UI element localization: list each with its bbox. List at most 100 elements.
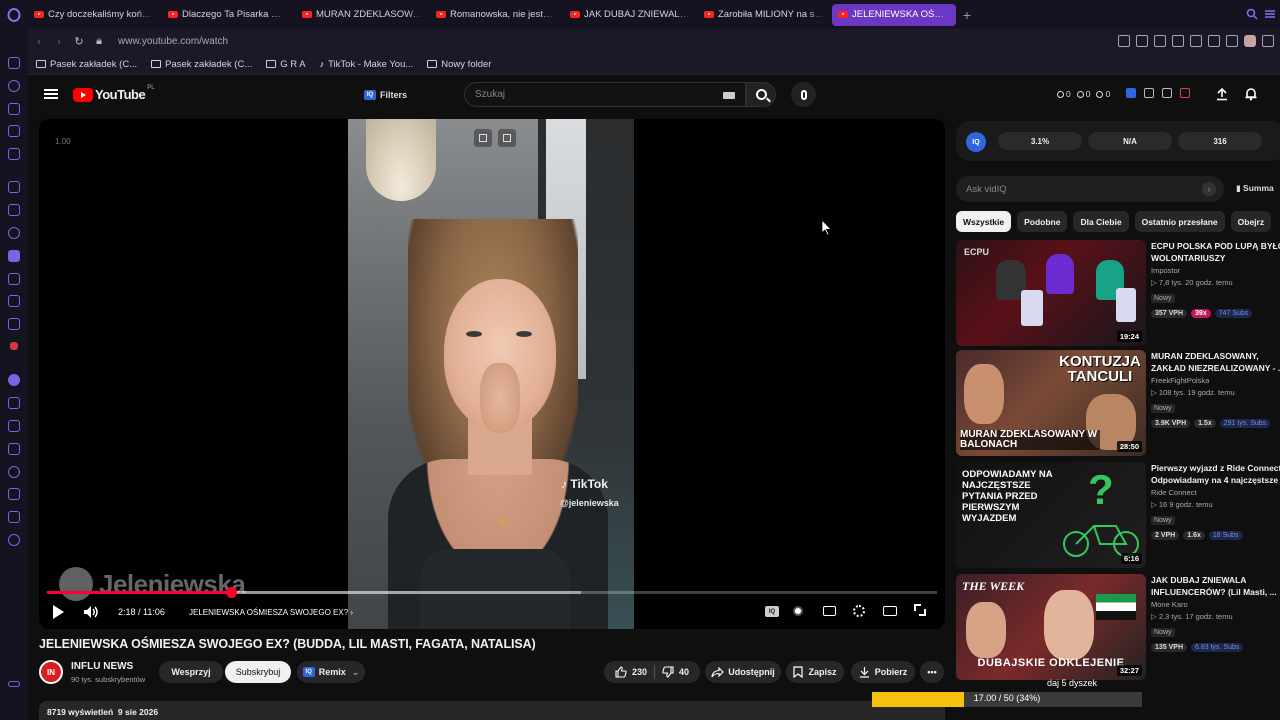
browser-tab[interactable]: Dlaczego Ta Pisarka WKUR <box>162 4 295 26</box>
share-button[interactable]: Udostępnij <box>705 661 781 683</box>
video-player[interactable]: 1.00 ♪ TikTok @jeleniewska Jeleniewska 2… <box>39 119 945 629</box>
history-icon[interactable] <box>8 80 20 92</box>
x-twitter-icon[interactable] <box>8 295 20 307</box>
filter-chip[interactable]: Ostatnio przesłane <box>1134 211 1225 232</box>
telegram-icon[interactable] <box>8 318 20 330</box>
keyboard-icon[interactable] <box>723 92 735 99</box>
notification-ext-icon[interactable] <box>1180 88 1190 98</box>
back-icon[interactable]: ‹ <box>30 33 48 51</box>
send-icon[interactable] <box>8 397 20 409</box>
play-extension-icon[interactable] <box>1190 35 1202 47</box>
settings-icon[interactable] <box>8 534 20 546</box>
browser-tab[interactable]: Zarobiła MILIONY na skand <box>698 4 831 26</box>
zoom-icon[interactable] <box>1118 35 1130 47</box>
miniplayer-icon[interactable] <box>474 129 492 147</box>
browser-tab[interactable]: MURAN ZDEKLASOWANY, <box>296 4 429 26</box>
skip-icon[interactable] <box>498 129 516 147</box>
wallet-icon[interactable] <box>8 125 20 137</box>
video-title[interactable]: MURAN ZDEKLASOWANY, ZAKŁAD NIEZREALIZOWA… <box>1151 350 1280 374</box>
sidebar-collapse-icon[interactable] <box>8 681 20 687</box>
bookmark-item[interactable]: G R A <box>266 59 306 70</box>
search-input[interactable] <box>465 83 705 106</box>
ask-vidiq-input[interactable] <box>956 176 1176 202</box>
player-icon[interactable] <box>8 148 20 160</box>
downloads-icon[interactable] <box>8 488 20 500</box>
theater-button[interactable] <box>883 604 897 618</box>
vidiq-player-button[interactable]: IQ <box>765 604 779 618</box>
extension-badge-icon[interactable] <box>10 342 18 350</box>
heart-icon[interactable] <box>1208 35 1220 47</box>
summary-button[interactable]: ▮ Summa <box>1236 183 1274 194</box>
bookmark-item[interactable]: Nowy folder <box>427 59 491 70</box>
video-title[interactable]: ECPU POLSKA POD LUPĄ BYŁCH WOLONTARIUSZY <box>1151 240 1280 264</box>
video-channel[interactable]: Impostor <box>1151 266 1280 275</box>
video-channel[interactable]: FreekFightPolska <box>1151 376 1280 385</box>
more-actions-button[interactable]: ••• <box>920 661 944 683</box>
music-icon[interactable] <box>8 374 20 386</box>
dislike-button[interactable]: 40 <box>662 666 689 678</box>
bookmark-item[interactable]: ♪ TikTok - Make You... <box>320 59 414 70</box>
clock-icon[interactable] <box>8 466 20 478</box>
url-field[interactable]: www.youtube.com/watch <box>118 36 228 47</box>
video-thumbnail[interactable]: THE WEEK DUBAJSKIE ODKLEJENIE 32:27 <box>956 574 1146 680</box>
messenger-icon[interactable] <box>8 227 20 239</box>
chat-icon[interactable] <box>8 181 20 193</box>
video-thumbnail[interactable]: ODPOWIADAMY NA NAJCZĘSTSZE PYTANIA PRZED… <box>956 462 1146 568</box>
settings-button[interactable] <box>853 604 867 618</box>
download-icon[interactable] <box>1262 35 1274 47</box>
subtitles-button[interactable] <box>823 604 837 618</box>
filter-chip[interactable]: Dla Ciebie <box>1073 211 1129 232</box>
bag-icon[interactable] <box>8 103 20 115</box>
ask-send-icon[interactable]: › <box>1202 182 1216 196</box>
extensions-icon[interactable] <box>8 511 20 523</box>
recommended-video[interactable]: THE WEEK DUBAJSKIE ODKLEJENIE 32:27 JAK DUB… <box>956 574 1280 680</box>
video-channel[interactable]: Mone Karo <box>1151 600 1280 609</box>
autoplay-toggle[interactable] <box>791 604 805 618</box>
filter-chip[interactable]: Obejrz <box>1230 211 1272 232</box>
video-title[interactable]: JAK DUBAJ ZNIEWALA INFLUENCERÓW? (Lil Ma… <box>1151 574 1280 598</box>
bookmark-item[interactable]: Pasek zakładek (C... <box>151 59 252 70</box>
download-button[interactable]: Pobierz <box>851 661 915 683</box>
filter-chip[interactable]: Podobne <box>1017 211 1068 232</box>
vidiq-header-icon[interactable] <box>1126 88 1136 98</box>
new-tab-button[interactable]: + <box>957 5 977 25</box>
recommended-video[interactable]: KONTUZJA TANCULI MURAN ZDEKLASOWANY W BAL… <box>956 350 1280 456</box>
flow-icon[interactable] <box>8 420 20 432</box>
reload-icon[interactable]: ↻ <box>70 33 88 51</box>
play-button[interactable] <box>53 603 64 621</box>
search-button[interactable] <box>746 82 776 107</box>
video-thumbnail[interactable]: KONTUZJA TANCULI MURAN ZDEKLASOWANY W BAL… <box>956 350 1146 456</box>
shield-icon[interactable] <box>1172 35 1184 47</box>
filters-button[interactable]: IQ Filters <box>364 86 407 103</box>
youtube-logo[interactable]: YouTube PL <box>73 85 155 102</box>
remix-button[interactable]: IQ Remix ⌄ <box>297 661 365 683</box>
support-button[interactable]: Wesprzyj <box>159 661 223 683</box>
instagram-icon[interactable] <box>8 273 20 285</box>
browser-tab[interactable]: Czy doczekaliśmy końca U <box>28 4 161 26</box>
subscribe-button[interactable]: Subskrybuj <box>225 661 291 683</box>
recommended-video[interactable]: ECPU 19:24 ECPU POLSKA POD LUPĄ BYŁCH WOLO… <box>956 240 1280 346</box>
discord-icon[interactable] <box>8 250 20 262</box>
list-icon[interactable] <box>1144 88 1154 98</box>
filter-chip[interactable]: Wszystkie <box>956 211 1012 232</box>
bookmark-item[interactable]: Pasek zakładek (C... <box>36 59 137 70</box>
description-box[interactable]: 8719 wyświetleń 9 sie 2026 <box>39 701 945 720</box>
profile-avatar-icon[interactable] <box>1244 35 1256 47</box>
progress-bar[interactable] <box>47 587 937 598</box>
tab-menu-icon[interactable] <box>1264 8 1276 20</box>
browser-tab[interactable]: JELENIEWSKA OŚMIESZA <box>832 3 956 26</box>
video-channel[interactable]: Ride Connect <box>1151 488 1280 497</box>
translate-icon[interactable] <box>1162 88 1172 98</box>
forward-icon[interactable]: › <box>50 33 68 51</box>
channel-avatar[interactable]: IN <box>39 660 63 684</box>
bell-icon[interactable] <box>1244 87 1258 101</box>
video-thumbnail[interactable]: ECPU 19:24 <box>956 240 1146 346</box>
percent-icon[interactable] <box>8 204 20 216</box>
vidiq-logo-icon[interactable]: IQ <box>966 132 986 152</box>
pin-icon[interactable] <box>1136 35 1148 47</box>
video-title[interactable]: Pierwszy wyjazd z Ride Connect? Odpowiad… <box>1151 462 1280 486</box>
recommended-video[interactable]: ODPOWIADAMY NA NAJCZĘSTSZE PYTANIA PRZED… <box>956 462 1280 568</box>
volume-button[interactable] <box>83 603 99 621</box>
menu-icon[interactable] <box>44 89 58 99</box>
channel-name[interactable]: INFLU NEWS <box>71 661 133 672</box>
